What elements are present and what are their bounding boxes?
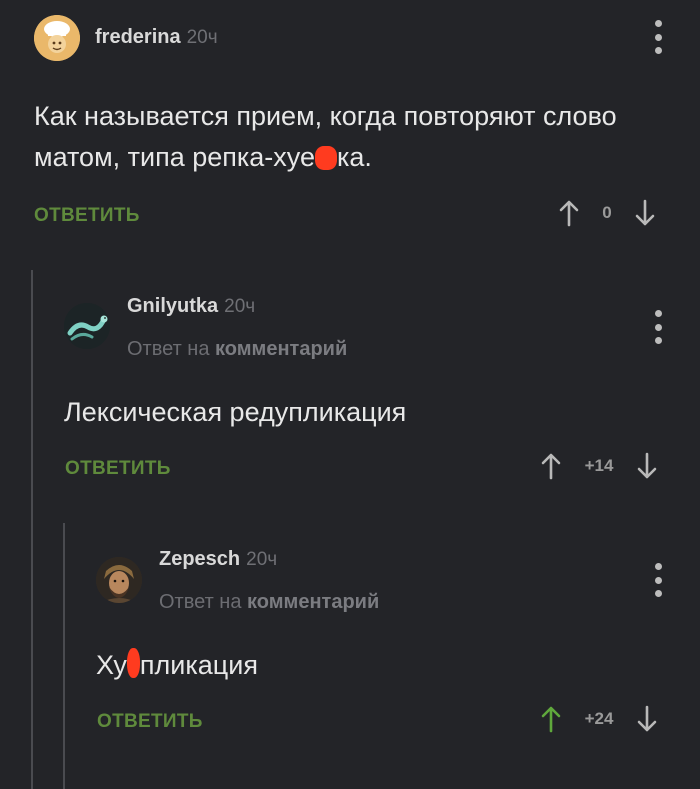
- portrait-avatar-icon[interactable]: [96, 557, 142, 603]
- comment-author[interactable]: Gnilyutka 20ч: [127, 295, 255, 318]
- reply-to-info: Ответ на комментарий: [159, 591, 380, 613]
- censor-mark: [315, 146, 337, 170]
- chef-avatar-icon[interactable]: [34, 15, 80, 61]
- comment-text: Лексическая редупликация: [64, 397, 407, 427]
- more-options-icon[interactable]: [654, 563, 662, 597]
- comment-time: 20ч: [246, 549, 278, 570]
- censor-mark: [126, 648, 140, 678]
- upvote-icon-active[interactable]: [540, 705, 562, 733]
- vote-controls: +14: [540, 452, 658, 480]
- reply-to-link[interactable]: комментарий: [215, 338, 347, 360]
- thread-line-level-2: [63, 523, 65, 789]
- vote-controls: 0: [558, 199, 656, 227]
- upvote-icon[interactable]: [540, 452, 562, 480]
- comment-author[interactable]: frederina 20ч: [95, 26, 218, 49]
- snake-avatar-icon[interactable]: [64, 303, 110, 349]
- reply-to-link[interactable]: комментарий: [247, 591, 379, 613]
- comment-text: Как называется прием, когда повторяют сл…: [34, 101, 617, 172]
- reply-button[interactable]: ОТВЕТИТЬ: [34, 205, 140, 227]
- more-options-icon[interactable]: [654, 310, 662, 344]
- comment-time: 20ч: [224, 296, 256, 317]
- vote-controls: +24: [540, 705, 658, 733]
- downvote-icon[interactable]: [636, 452, 658, 480]
- comment-text: Ху пликация: [96, 648, 258, 680]
- vote-score: +24: [584, 709, 614, 728]
- thread-line-level-1: [31, 270, 33, 789]
- reply-button[interactable]: ОТВЕТИТЬ: [97, 711, 203, 733]
- vote-score: +14: [584, 456, 614, 475]
- downvote-icon[interactable]: [636, 705, 658, 733]
- more-options-icon[interactable]: [654, 20, 662, 54]
- comment-author[interactable]: Zepesch 20ч: [159, 548, 277, 571]
- comment-time: 20ч: [186, 27, 218, 48]
- vote-score: 0: [602, 203, 612, 222]
- upvote-icon[interactable]: [558, 199, 580, 227]
- reply-button[interactable]: ОТВЕТИТЬ: [65, 458, 171, 480]
- reply-to-info: Ответ на комментарий: [127, 338, 348, 360]
- downvote-icon[interactable]: [634, 199, 656, 227]
